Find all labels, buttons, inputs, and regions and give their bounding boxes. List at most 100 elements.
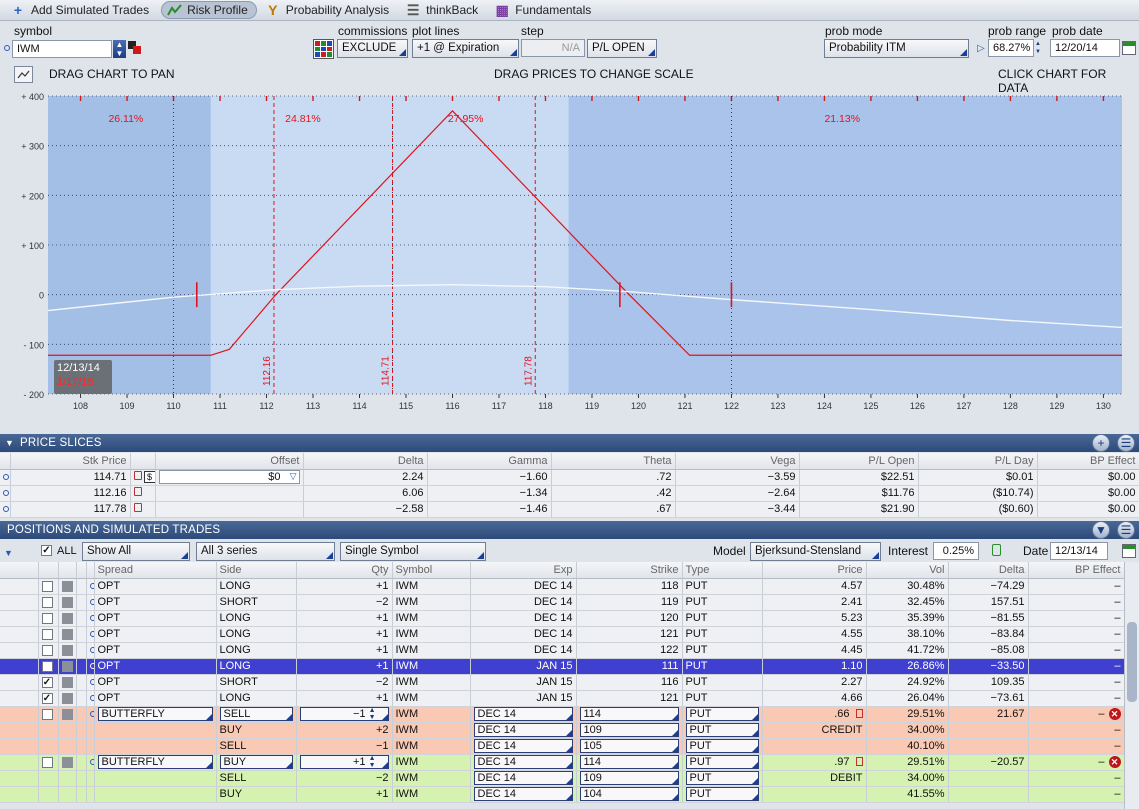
type-select[interactable]: PUT (685, 771, 759, 785)
row-checkbox[interactable] (41, 580, 53, 592)
price-lock-icon[interactable] (855, 756, 863, 766)
row-checkbox[interactable] (41, 708, 53, 720)
position-row[interactable]: ✓ OPT LONG +1 IWM JAN 15 121 PUT 4.66 26.04% −73.6… (0, 690, 1124, 707)
position-row[interactable]: OPT LONG +1 IWM DEC 14 122 PUT 4.45 41.72% −85.08… (0, 642, 1124, 659)
lock-icon[interactable] (992, 544, 1001, 556)
link-dot-icon[interactable] (4, 45, 10, 51)
price-lock-icon[interactable] (855, 708, 863, 718)
row-dot-icon[interactable] (89, 759, 93, 766)
qty-spinner[interactable]: ▲ ▼ (369, 707, 376, 721)
col-pl-open[interactable]: P/L Open (799, 453, 919, 470)
qty-input[interactable]: +1 ▲ ▼ (299, 755, 389, 769)
row-marker[interactable] (61, 692, 73, 704)
col-type[interactable]: Type (682, 562, 763, 579)
color-swatch-icon[interactable] (128, 41, 142, 55)
vol-cell[interactable]: 26.86% (866, 658, 949, 675)
vol-cell[interactable]: 34.00% (866, 722, 949, 739)
vol-cell[interactable]: 26.04% (866, 690, 949, 707)
exp-select[interactable]: DEC 14 (473, 707, 573, 721)
remove-icon[interactable]: ✕ (1108, 756, 1121, 768)
col-pos-bp-effect[interactable]: BP Effect (1028, 562, 1124, 579)
row-dot-icon[interactable] (89, 711, 93, 718)
row-marker[interactable] (61, 660, 73, 672)
plot-lines-select[interactable]: +1 @ Expiration (412, 39, 519, 58)
row-dot-icon[interactable] (89, 583, 93, 590)
col-gamma[interactable]: Gamma (427, 453, 552, 470)
vol-cell[interactable]: 41.55% (866, 786, 949, 803)
spread-select[interactable]: BUTTERFLY (97, 755, 213, 769)
lock-icon[interactable] (133, 471, 142, 480)
interest-input[interactable]: 0.25% (933, 542, 979, 560)
type-select[interactable]: PUT (685, 723, 759, 737)
strike-select[interactable]: 109 (579, 723, 679, 737)
row-checkbox[interactable] (41, 612, 53, 624)
price-slice-row[interactable]: 112.16 6.06 −1.34.42 −2.64 $11.76 ($10.74) $0.… (0, 485, 1139, 502)
play-arrow-icon[interactable]: ▷ (977, 43, 985, 54)
risk-profile-chart[interactable]: + 400 + 300 + 200 + 100 0 - 100 - 200 108 109 110… (14, 92, 1126, 416)
exp-select[interactable]: DEC 14 (473, 787, 573, 801)
exp-select[interactable]: DEC 14 (473, 755, 573, 769)
row-marker[interactable] (61, 596, 73, 608)
row-marker[interactable] (61, 612, 73, 624)
position-row[interactable]: OPT SHORT −2 IWM DEC 14 119 PUT 2.41 32.45% 157.5… (0, 594, 1124, 611)
all-checkbox[interactable]: ✓ (41, 545, 52, 556)
symbol-input[interactable]: IWM (12, 40, 112, 58)
vol-cell[interactable]: 24.92% (866, 674, 949, 691)
col-symbol[interactable]: Symbol (392, 562, 471, 579)
type-select[interactable]: PUT (685, 739, 759, 753)
col-vol[interactable]: Vol (866, 562, 949, 579)
tab-risk-profile[interactable]: Risk Profile (161, 1, 257, 19)
col-vega[interactable]: Vega (675, 453, 800, 470)
slice-dot-icon[interactable] (3, 506, 9, 513)
col-price[interactable]: Price (762, 562, 867, 579)
series-filter-select[interactable]: All 3 series (196, 542, 335, 561)
position-row[interactable]: ✓ OPT SHORT −2 IWM JAN 15 116 PUT 2.27 24.92% 109.… (0, 674, 1124, 691)
prob-date-input[interactable]: 12/20/14 (1050, 39, 1120, 57)
col-offset[interactable]: Offset (155, 453, 304, 470)
col-strike[interactable]: Strike (576, 562, 683, 579)
prob-range-spinner[interactable]: ▲ ▼ (1035, 40, 1044, 58)
tab-add-simulated-trades[interactable]: + Add Simulated Trades (6, 1, 157, 19)
type-select[interactable]: PUT (685, 787, 759, 801)
lock-icon[interactable] (133, 503, 142, 512)
type-select[interactable]: PUT (685, 707, 759, 721)
calendar-icon[interactable] (1122, 41, 1136, 55)
row-checkbox[interactable] (41, 644, 53, 656)
position-row[interactable]: OPT LONG +1 IWM DEC 14 120 PUT 5.23 35.39% −81.55… (0, 610, 1124, 627)
positions-scrollbar[interactable] (1124, 562, 1139, 809)
collapse-all-icon[interactable]: ▼ (1092, 521, 1110, 539)
vol-cell[interactable]: 29.51% (866, 754, 949, 771)
vol-cell[interactable]: 34.00% (866, 770, 949, 787)
filter-dropdown-icon[interactable]: ▼ (4, 548, 13, 558)
row-dot-icon[interactable] (89, 679, 93, 686)
row-marker[interactable] (61, 628, 73, 640)
pl-open-select[interactable]: P/L OPEN (587, 39, 657, 58)
commissions-select[interactable]: EXCLUDE (337, 39, 408, 58)
price-slice-row[interactable]: 117.78 −2.58 −1.46.67 −3.44 $21.90 ($0.60) $0.… (0, 501, 1139, 518)
qty-spinner[interactable]: ▲ ▼ (369, 755, 376, 769)
prob-mode-select[interactable]: Probability ITM (824, 39, 969, 58)
add-slice-button[interactable]: + (1092, 434, 1110, 452)
vol-cell[interactable]: 41.72% (866, 642, 949, 659)
lock-icon[interactable] (133, 487, 142, 496)
tab-thinkback[interactable]: ☰ thinkBack (401, 1, 486, 19)
row-dot-icon[interactable] (89, 695, 93, 702)
row-checkbox[interactable]: ✓ (41, 660, 53, 672)
step-input[interactable]: N/A (521, 39, 585, 57)
offset-dropdown-icon[interactable]: ▽ (290, 471, 297, 482)
row-dot-icon[interactable] (89, 631, 93, 638)
col-spread[interactable]: Spread (94, 562, 217, 579)
col-exp[interactable]: Exp (470, 562, 577, 579)
col-pos-delta[interactable]: Delta (948, 562, 1029, 579)
side-select[interactable]: SELL (219, 707, 293, 721)
row-checkbox[interactable]: ✓ (41, 692, 53, 704)
price-cell[interactable]: .97 (834, 756, 849, 768)
price-slice-row[interactable]: 114.71 $ $0 ▽ 2.24 −1.60.72 −3.59 $22.51 $0.01 $0… (0, 469, 1139, 486)
row-checkbox[interactable] (41, 756, 53, 768)
spread-select[interactable]: BUTTERFLY (97, 707, 213, 721)
position-row[interactable]: BUY +2 IWM DEC 14 109 PUT CREDIT 34.00% – (0, 722, 1124, 739)
position-row[interactable]: BUTTERFLY SELL −1 ▲ ▼ IWM DEC 14 114 PUT .66 29.51… (0, 706, 1124, 723)
row-checkbox[interactable] (41, 628, 53, 640)
date-calendar-icon[interactable] (1122, 544, 1136, 558)
chart-svg[interactable]: + 400 + 300 + 200 + 100 0 - 100 - 200 108 109 110… (14, 92, 1126, 416)
